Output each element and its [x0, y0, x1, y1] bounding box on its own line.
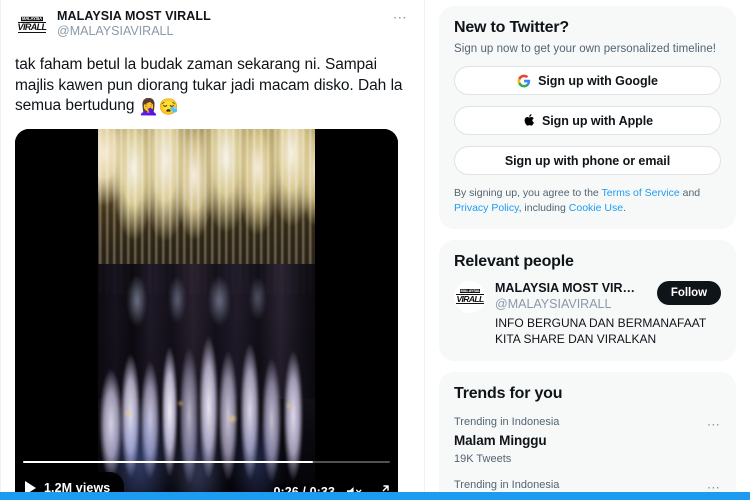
google-icon — [517, 74, 531, 87]
bottom-accent-bar — [0, 492, 750, 500]
apple-icon — [524, 114, 534, 126]
trends-title: Trends for you — [454, 385, 563, 403]
avatar-bottom-text: VIRALL — [17, 21, 47, 33]
more-horizontal-icon[interactable]: ⋯ — [707, 416, 721, 431]
relevant-person-top-row: MALAYSIA MOST VIR… @MALAYSIAVIRALL Follo… — [495, 280, 721, 313]
video-frame — [15, 129, 398, 500]
relevant-person-body: MALAYSIA MOST VIR… @MALAYSIAVIRALL Follo… — [495, 280, 721, 349]
twitter-tweet-page: MALAYSIA VIRALL MALAYSIA MOST VIRALL @MA… — [0, 0, 750, 500]
signup-phone-email-button[interactable]: Sign up with phone or email — [454, 146, 721, 175]
video-stage-haze — [102, 384, 311, 497]
sleepy-face-emoji: 😪 — [158, 99, 179, 117]
tweet-text: tak faham betul la budak zaman sekarang … — [15, 55, 410, 118]
signup-card: New to Twitter? Sign up now to get your … — [439, 6, 736, 229]
privacy-policy-link[interactable]: Privacy Policy — [454, 202, 519, 214]
author-display-name: MALAYSIA MOST VIRALL — [57, 9, 211, 23]
relevant-person-names[interactable]: MALAYSIA MOST VIR… @MALAYSIAVIRALL — [495, 281, 649, 313]
avatar-top-text: MALAYSIA — [21, 15, 43, 22]
legal-and: and — [679, 187, 701, 199]
signup-google-label: Sign up with Google — [538, 73, 658, 88]
tweet-text-line-1: tak faham betul la budak zaman sekarang … — [15, 56, 377, 73]
relevant-people-title: Relevant people — [454, 252, 574, 270]
avatar[interactable]: MALAYSIA VIRALL — [15, 8, 49, 42]
bio-line-2: KITA SHARE DAN VIRALKAN — [495, 332, 657, 347]
avatar-bottom-text: VIRALL — [456, 293, 484, 305]
signup-apple-label: Sign up with Apple — [541, 113, 654, 128]
legal-prefix: By signing up, you agree to the — [454, 187, 602, 199]
tweet-column: MALAYSIA VIRALL MALAYSIA MOST VIRALL @MA… — [0, 0, 425, 500]
terms-of-service-link[interactable]: Terms of Service — [602, 187, 680, 199]
signup-legal-text: By signing up, you agree to the Terms of… — [454, 186, 721, 216]
trends-card: Trends for you Trending in Indonesia Mal… — [439, 372, 736, 500]
facepalm-emoji: 🤦‍♀️ — [138, 99, 159, 117]
signup-apple-button[interactable]: Sign up with Apple — [454, 106, 721, 135]
avatar-top-text: MALAYSIA — [459, 288, 481, 294]
author-handle: @MALAYSIAVIRALL — [57, 24, 174, 39]
right-sidebar: New to Twitter? Sign up now to get your … — [425, 0, 750, 500]
trend-context: Trending in Indonesia — [454, 478, 560, 491]
relevant-person-bio: INFO BERGUNA DAN BERMANAFAAT KITA SHARE … — [495, 316, 721, 348]
tweet-header: MALAYSIA VIRALL MALAYSIA MOST VIRALL @MA… — [15, 6, 410, 42]
signup-google-button[interactable]: Sign up with Google — [454, 66, 721, 95]
trend-text-block: Trending in Indonesia Malam Minggu 19K T… — [454, 416, 559, 466]
follow-button[interactable]: Follow — [656, 280, 721, 305]
signup-card-title: New to Twitter? — [454, 19, 569, 36]
signup-phone-email-label: Sign up with phone or email — [504, 153, 671, 168]
trend-context: Trending in Indonesia — [454, 416, 560, 429]
video-player[interactable]: 1.2M views 0:26 / 0:33 — [15, 129, 398, 500]
trend-name: Malam Minggu — [454, 433, 547, 449]
relevant-person-row[interactable]: MALAYSIA VIRALL MALAYSIA MOST VIR… @MALA… — [454, 280, 721, 349]
trend-item[interactable]: Trending in Indonesia Malam Minggu 19K T… — [454, 416, 721, 466]
tweet-text-line-2: majlis kawen pun diorang tukar jadi maca… — [15, 76, 387, 94]
tweet-author-names[interactable]: MALAYSIA MOST VIRALL @MALAYSIAVIRALL — [57, 8, 385, 39]
legal-suffix: . — [623, 201, 626, 214]
relevant-person-avatar[interactable]: MALAYSIA VIRALL — [454, 280, 486, 313]
signup-card-subtitle: Sign up now to get your own personalized… — [454, 43, 717, 55]
relevant-people-card: Relevant people MALAYSIA VIRALL MALAYSIA… — [439, 239, 736, 362]
video-content — [98, 129, 315, 500]
relevant-person-name: MALAYSIA MOST VIR… — [495, 280, 636, 295]
cookie-use-link[interactable]: Cookie Use — [569, 202, 623, 214]
trend-tweet-count: 19K Tweets — [454, 452, 512, 465]
relevant-person-handle: @MALAYSIAVIRALL — [495, 296, 612, 311]
legal-including: , including — [518, 201, 569, 214]
more-horizontal-icon[interactable]: ⋯ — [393, 8, 410, 24]
bio-line-1: INFO BERGUNA DAN BERMANAFAAT — [495, 316, 707, 331]
